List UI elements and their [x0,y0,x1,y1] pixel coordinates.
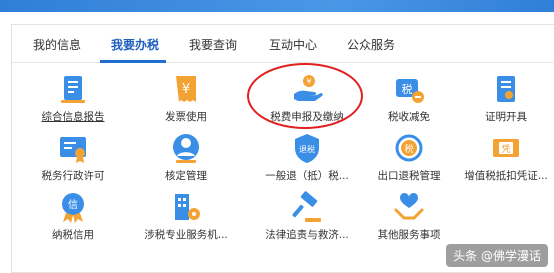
service-label: 法律追责与救济... [265,229,349,241]
top-banner [0,0,554,12]
svg-text:税: 税 [402,82,413,96]
service-tax-reduction[interactable]: 税 税收减免 [359,72,459,124]
building-gear-icon [168,190,204,226]
service-label: 其他服务事项 [377,229,441,241]
service-professional-agency[interactable]: 涉税专业服务机... [136,190,236,242]
service-vat-voucher[interactable]: 凭 增值税抵扣凭证... [456,131,554,183]
service-label: 证明开具 [485,111,527,123]
gavel-icon [289,190,325,226]
certificate-icon [488,72,524,108]
service-label: 核定管理 [165,170,207,182]
service-label: 发票使用 [165,111,207,123]
service-label: 增值税抵扣凭证... [464,170,548,182]
license-icon [55,131,91,167]
service-label: 税务行政许可 [41,170,105,182]
service-export-refund[interactable]: 税 出口退税管理 [359,131,459,183]
service-comprehensive-report[interactable]: 综合信息报告 [23,72,123,124]
service-tax-credit[interactable]: 信 纳税信用 [23,190,123,242]
service-invoice-use[interactable]: ¥ 发票使用 [136,72,236,124]
service-verification-management[interactable]: 核定管理 [136,131,236,183]
svg-text:¥: ¥ [182,82,190,97]
invoice-icon: ¥ [168,72,204,108]
highlight-circle [247,63,363,129]
service-legal-remedy[interactable]: 法律追责与救济... [257,190,357,242]
credit-icon: 信 [55,190,91,226]
svg-text:凭: 凭 [501,143,510,155]
service-certificate[interactable]: 证明开具 [456,72,554,124]
tax-minus-icon: 税 [391,72,427,108]
person-icon [168,131,204,167]
service-label: 出口退税管理 [377,170,441,182]
service-label: 税收减免 [388,111,430,123]
tab-interaction-center[interactable]: 互动中心 [269,36,317,53]
tab-query[interactable]: 我要查询 [189,36,237,53]
watermark: 头条 @佛学漫话 [446,244,548,267]
service-general-refund[interactable]: 退税 一般退（抵）税... [257,131,357,183]
service-label: 纳税信用 [52,229,94,241]
svg-text:税: 税 [404,143,413,155]
tab-bar: 我的信息 我要办税 我要查询 互动中心 公众服务 [12,25,554,63]
active-tab-indicator [100,60,166,63]
service-other-matters[interactable]: 其他服务事项 [359,190,459,242]
service-label: 涉税专业服务机... [144,229,228,241]
tab-public-service[interactable]: 公众服务 [347,36,395,53]
export-refund-icon: 税 [391,131,427,167]
tab-my-info[interactable]: 我的信息 [33,36,81,53]
svg-text:退税: 退税 [299,144,315,154]
report-icon [55,72,91,108]
refund-shield-icon: 退税 [289,131,325,167]
service-label: 一般退（抵）税... [265,170,349,182]
svg-text:信: 信 [68,199,78,211]
voucher-icon: 凭 [488,131,524,167]
service-admin-license[interactable]: 税务行政许可 [23,131,123,183]
service-label: 综合信息报告 [41,111,105,123]
tab-tax-handling[interactable]: 我要办税 [111,36,159,53]
heart-hands-icon [391,190,427,226]
